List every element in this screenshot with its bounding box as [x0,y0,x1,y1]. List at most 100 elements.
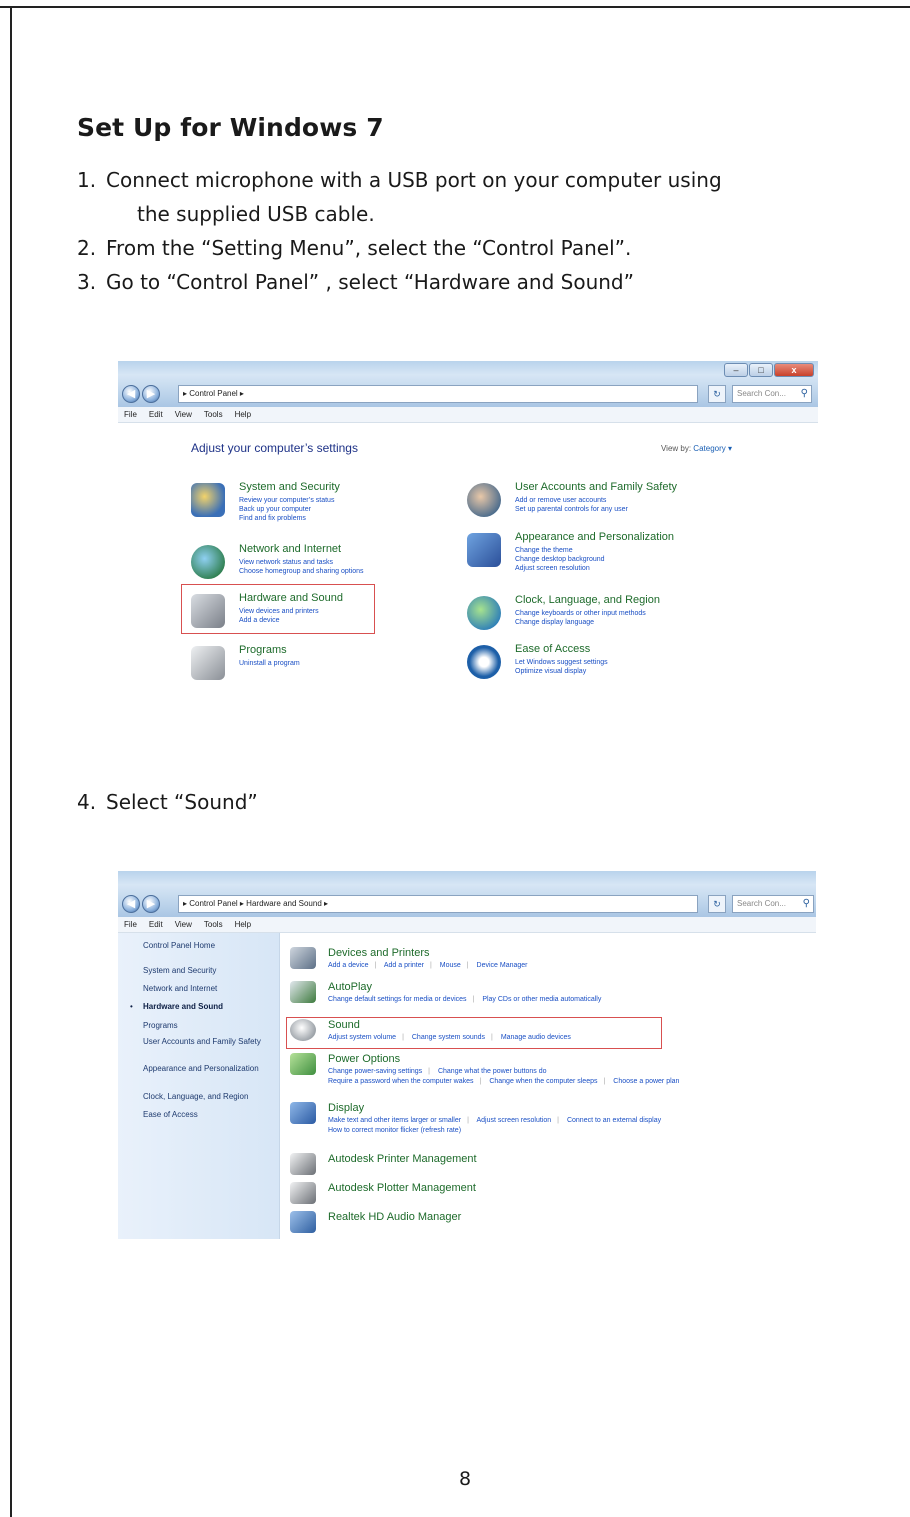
category-title[interactable]: Ease of Access [515,643,590,655]
item-link[interactable]: Connect to an external display [567,1117,661,1124]
item-link[interactable]: Add a printer [384,962,424,969]
category-title[interactable]: Appearance and Personalization [515,531,674,543]
maximize-button[interactable]: □ [749,363,773,377]
highlight-box-sound [286,1017,662,1049]
forward-arrow-icon[interactable]: ▶ [142,385,160,403]
category-link[interactable]: Find and fix problems [239,514,334,523]
sidebar-item-user-accounts[interactable]: User Accounts and Family Safety [143,1037,273,1047]
back-arrow-icon[interactable]: ◀ [122,895,140,913]
menu-help[interactable]: Help [235,917,251,932]
category-title[interactable]: Programs [239,644,287,656]
page-border-top [0,6,910,8]
minimize-button[interactable]: – [724,363,748,377]
step-text: Connect microphone with a USB port on yo… [106,168,722,192]
category-title[interactable]: System and Security [239,481,340,493]
shield-icon [191,483,225,517]
category-title[interactable]: Network and Internet [239,543,341,555]
category-link[interactable]: Choose homegroup and sharing options [239,567,364,576]
menu-tools[interactable]: Tools [204,917,223,932]
category-link[interactable]: Adjust screen resolution [515,564,605,573]
sidebar-item-system-security[interactable]: System and Security [143,966,273,976]
search-icon: ⚲ [802,898,810,909]
category-link[interactable]: Change display language [515,618,646,627]
navigation-bar: ◀ ▶ ▸ Control Panel ▸ Hardware and Sound… [118,893,816,915]
item-title[interactable]: Devices and Printers [328,947,430,959]
step-text: From the “Setting Menu”, select the “Con… [106,236,632,260]
step-2: 2. From the “Setting Menu”, select the “… [77,231,837,265]
item-title[interactable]: Autodesk Printer Management [328,1153,477,1165]
item-title[interactable]: Realtek HD Audio Manager [328,1211,461,1223]
category-links: Change keyboards or other input methods … [515,609,646,627]
category-title[interactable]: User Accounts and Family Safety [515,481,677,493]
item-title[interactable]: Power Options [328,1053,400,1065]
address-bar[interactable]: ▸ Control Panel ▸ Hardware and Sound ▸ [178,895,698,913]
back-arrow-icon[interactable]: ◀ [122,385,140,403]
category-link[interactable]: Change desktop background [515,555,605,564]
sidebar-item-appearance[interactable]: Appearance and Personalization [143,1064,273,1074]
item-link[interactable]: How to correct monitor flicker (refresh … [328,1127,461,1134]
item-link[interactable]: Change when the computer sleeps [489,1078,597,1085]
sidebar-item-ease-of-access[interactable]: Ease of Access [143,1110,273,1120]
menu-edit[interactable]: Edit [149,917,163,932]
menu-view[interactable]: View [175,407,192,422]
category-links: Uninstall a program [239,659,300,668]
view-by-dropdown[interactable]: Category ▾ [693,444,732,453]
category-link[interactable]: View network status and tasks [239,558,364,567]
menu-tools[interactable]: Tools [204,407,223,422]
menu-view[interactable]: View [175,917,192,932]
item-link[interactable]: Choose a power plan [613,1078,679,1085]
category-link[interactable]: Review your computer’s status [239,496,334,505]
search-input[interactable]: Search Con... ⚲ [732,385,812,403]
item-title[interactable]: AutoPlay [328,981,372,993]
refresh-icon[interactable]: ↻ [708,895,726,913]
category-link[interactable]: Uninstall a program [239,659,300,668]
step-text: Go to “Control Panel” , select “Hardware… [106,270,634,294]
item-title[interactable]: Autodesk Plotter Management [328,1182,476,1194]
category-title[interactable]: Clock, Language, and Region [515,594,660,606]
category-link[interactable]: Change keyboards or other input methods [515,609,646,618]
item-link[interactable]: Play CDs or other media automatically [482,996,601,1003]
item-link[interactable]: Make text and other items larger or smal… [328,1117,461,1124]
category-links: Add or remove user accounts Set up paren… [515,496,628,514]
hardware-sound-screenshot: ◀ ▶ ▸ Control Panel ▸ Hardware and Sound… [118,871,816,1239]
sidebar-item-programs[interactable]: Programs [143,1021,273,1031]
sidebar-item-control-panel-home[interactable]: Control Panel Home [143,941,273,951]
sidebar-item-clock-language[interactable]: Clock, Language, and Region [143,1092,273,1102]
printer-icon [290,947,316,969]
menu-file[interactable]: File [124,407,137,422]
category-link[interactable]: Set up parental controls for any user [515,505,628,514]
menu-bar: File Edit View Tools Help [118,917,816,933]
item-title[interactable]: Display [328,1102,364,1114]
item-link[interactable]: Device Manager [477,962,528,969]
sidebar-item-hardware-sound[interactable]: Hardware and Sound [143,1002,273,1012]
address-bar[interactable]: ▸ Control Panel ▸ [178,385,698,403]
category-link[interactable]: Optimize visual display [515,667,608,676]
highlight-box-hardware-sound [181,584,375,634]
forward-arrow-icon[interactable]: ▶ [142,895,160,913]
item-links: Add a device | Add a printer | Mouse | Devi… [328,962,528,969]
menu-edit[interactable]: Edit [149,407,163,422]
item-link[interactable]: Change default settings for media or dev… [328,996,467,1003]
clock-globe-icon [467,596,501,630]
close-button[interactable]: x [774,363,814,377]
search-input[interactable]: Search Con... ⚲ [732,895,814,913]
item-link[interactable]: Require a password when the computer wak… [328,1078,474,1085]
menu-file[interactable]: File [124,917,137,932]
category-links: Let Windows suggest settings Optimize vi… [515,658,608,676]
category-link[interactable]: Let Windows suggest settings [515,658,608,667]
item-link[interactable]: Change what the power buttons do [438,1068,547,1075]
window-controls: – □ x [724,363,814,377]
sidebar-item-network-internet[interactable]: Network and Internet [143,984,273,994]
step-4: 4. Select “Sound” [77,790,258,814]
category-link[interactable]: Add or remove user accounts [515,496,628,505]
item-link[interactable]: Add a device [328,962,368,969]
menu-help[interactable]: Help [235,407,251,422]
refresh-icon[interactable]: ↻ [708,385,726,403]
category-link[interactable]: Back up your computer [239,505,334,514]
item-link[interactable]: Adjust screen resolution [476,1117,551,1124]
item-link[interactable]: Change power-saving settings [328,1068,422,1075]
category-link[interactable]: Change the theme [515,546,605,555]
autoplay-icon [290,981,316,1003]
step-number: 3. [77,270,97,294]
item-link[interactable]: Mouse [440,962,461,969]
